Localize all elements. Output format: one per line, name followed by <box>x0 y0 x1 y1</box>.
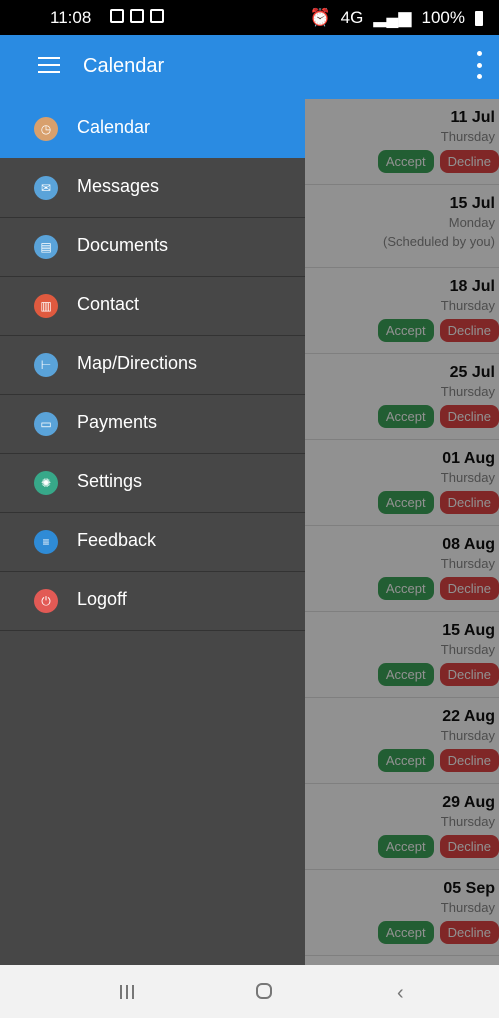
drawer-item-logoff[interactable]: ⏻ Logoff <box>0 571 305 631</box>
status-notification-icons <box>110 9 164 23</box>
gear-icon: ✺ <box>34 471 58 495</box>
hamburger-menu-icon[interactable] <box>38 57 60 75</box>
status-time: 11:08 <box>50 8 92 27</box>
home-button[interactable] <box>256 983 272 999</box>
status-system-icons: ⏰ 4G ▂▄▆ 100% <box>309 8 483 28</box>
drawer-item-feedback[interactable]: ≡ Feedback <box>0 512 305 572</box>
network-type: 4G <box>340 8 364 27</box>
drawer-item-map-directions[interactable]: ⊢ Map/Directions <box>0 335 305 395</box>
battery-icon <box>475 10 483 26</box>
drawer-item-label: Settings <box>77 471 143 491</box>
back-button[interactable]: ‹ <box>397 982 404 1005</box>
addressbook-icon: ▥ <box>34 294 58 318</box>
signpost-icon: ⊢ <box>34 353 58 377</box>
drawer-item-label: Feedback <box>77 530 157 550</box>
signal-icon: ▂▄▆ <box>373 8 412 27</box>
chat-icon: ≡ <box>34 530 58 554</box>
alarm-icon: ⏰ <box>309 8 331 27</box>
app-bar: Calendar <box>0 35 499 99</box>
drawer-item-label: Payments <box>77 412 158 432</box>
status-bar: 11:08 ⏰ 4G ▂▄▆ 100% <box>0 0 499 35</box>
drawer-item-label: Calendar <box>77 117 151 137</box>
recent-apps-button[interactable] <box>120 985 134 999</box>
drawer-item-payments[interactable]: ▭ Payments <box>0 394 305 454</box>
card-icon: ▭ <box>34 412 58 436</box>
mail-icon: ✉ <box>34 176 58 200</box>
app-notification-icon <box>150 9 164 23</box>
drawer-item-calendar[interactable]: ◷ Calendar <box>0 99 305 158</box>
clipboard-icon: ▤ <box>34 235 58 259</box>
drawer-item-messages[interactable]: ✉ Messages <box>0 158 305 218</box>
system-navigation-bar: ‹ <box>0 965 499 1018</box>
drawer-item-label: Documents <box>77 235 169 255</box>
drawer-item-settings[interactable]: ✺ Settings <box>0 453 305 513</box>
app-title: Calendar <box>83 55 165 77</box>
clock-icon: ◷ <box>34 117 58 141</box>
drawer-item-label: Logoff <box>77 589 127 609</box>
battery-percent: 100% <box>421 8 465 27</box>
navigation-drawer: ◷ Calendar ✉ Messages ▤ Documents ▥ Contact ⊢ Map… <box>0 99 305 965</box>
mail-notification-icon <box>110 9 124 23</box>
drawer-item-label: Map/Directions <box>77 353 198 373</box>
drawer-item-documents[interactable]: ▤ Documents <box>0 217 305 277</box>
drawer-item-label: Contact <box>77 294 140 314</box>
drawer-item-label: Messages <box>77 176 160 196</box>
drawer-item-contact[interactable]: ▥ Contact <box>0 276 305 336</box>
image-notification-icon <box>130 9 144 23</box>
overflow-menu-icon[interactable] <box>475 51 483 79</box>
power-icon: ⏻ <box>34 589 58 613</box>
device-screen: 11:08 ⏰ 4G ▂▄▆ 100% Calendar 11 Jul Thurs… <box>0 0 499 1018</box>
